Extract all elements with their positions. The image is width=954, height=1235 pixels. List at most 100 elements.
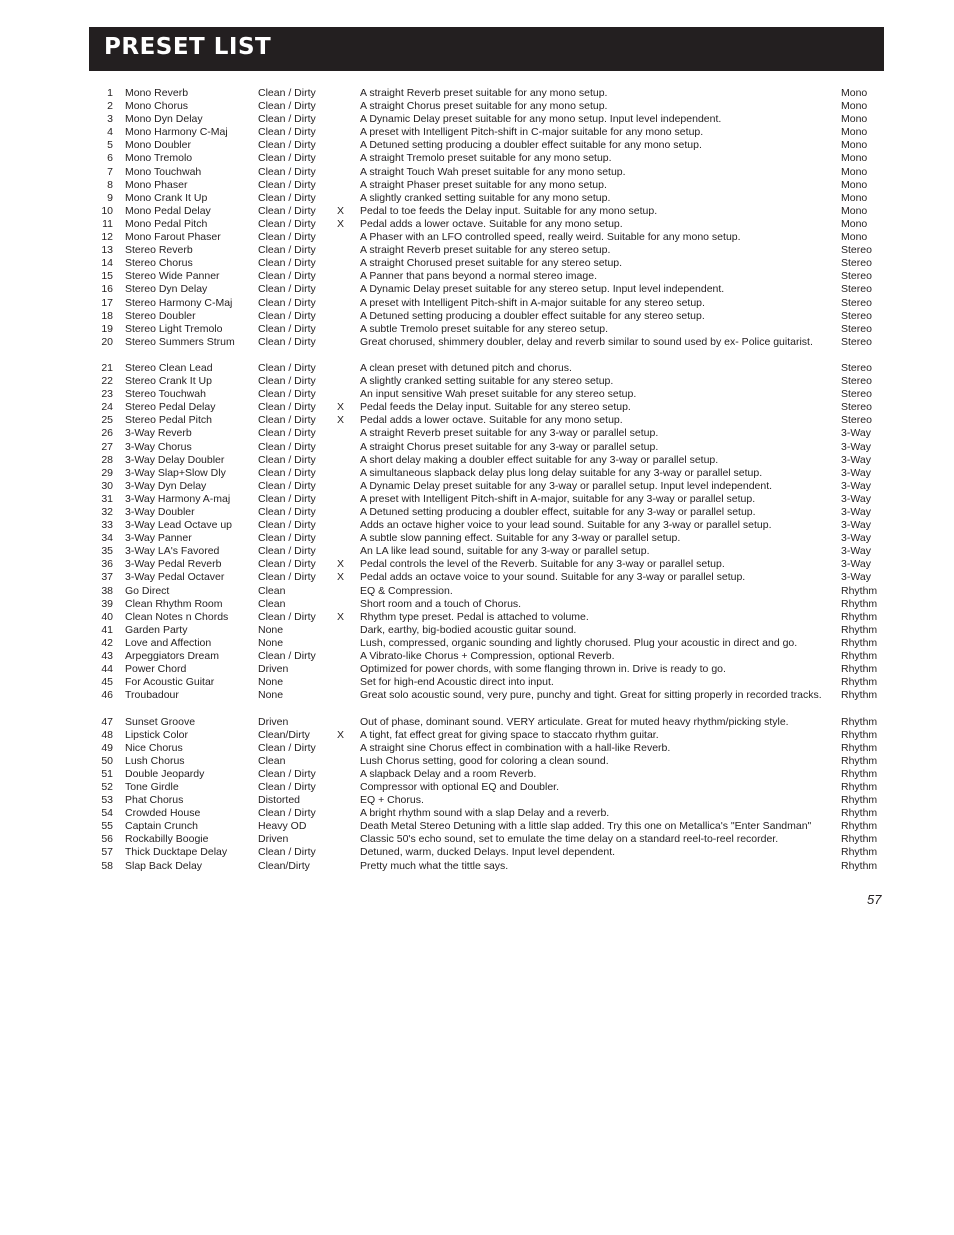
- preset-number: 23: [101, 388, 113, 401]
- preset-type: Clean / Dirty: [258, 453, 316, 466]
- preset-row: 41 Garden Party None Dark, earthy, big-bodi…: [95, 624, 885, 637]
- preset-description: Short room and a touch of Chorus.: [360, 597, 522, 610]
- preset-category: Rhythm: [841, 636, 878, 649]
- preset-name: Stereo Clean Lead: [125, 361, 213, 374]
- preset-category: 3-Way: [841, 427, 871, 440]
- preset-name: Mono Farout Phaser: [125, 231, 221, 244]
- preset-category: 3-Way: [841, 466, 871, 479]
- preset-row: 11 Mono Pedal Pitch Clean / Dirty X Pedal ad…: [95, 218, 885, 231]
- preset-type: Clean / Dirty: [258, 610, 316, 623]
- preset-category: Stereo: [841, 270, 872, 283]
- preset-row: 54 Crowded House Clean / Dirty A bright rhy…: [95, 807, 885, 820]
- preset-type: Clean / Dirty: [258, 283, 316, 296]
- preset-name: Stereo Wide Panner: [125, 270, 220, 283]
- preset-number: 33: [101, 519, 113, 532]
- preset-name: Troubadour: [125, 689, 179, 702]
- preset-description: An input sensitive Wah preset suitable f…: [360, 388, 637, 401]
- preset-number: 15: [101, 270, 113, 283]
- preset-name: 3-Way Doubler: [125, 506, 195, 518]
- preset-category: 3-Way: [841, 571, 871, 584]
- preset-name: Mono Touchwah: [125, 165, 202, 178]
- preset-type: Clean / Dirty: [258, 846, 316, 859]
- preset-name: 3-Way Dyn Delay: [125, 479, 207, 492]
- preset-row: 44 Power Chord Driven Optimized for power c…: [95, 663, 885, 676]
- preset-row: 30 3-Way Dyn Delay Clean / Dirty A Dynamic …: [95, 480, 885, 493]
- preset-category: Rhythm: [841, 663, 878, 676]
- preset-description: Adds an octave higher voice to your lead…: [360, 519, 772, 532]
- preset-number: 26: [101, 427, 113, 440]
- preset-description: A straight Reverb preset suitable for an…: [360, 427, 659, 440]
- preset-number: 9: [107, 191, 113, 204]
- preset-number: 32: [101, 506, 113, 518]
- preset-category: 3-Way: [841, 519, 871, 532]
- preset-name: Stereo Doubler: [125, 309, 196, 322]
- preset-category: 3-Way: [841, 440, 871, 453]
- preset-number: 49: [101, 741, 113, 754]
- preset-row: 36 3-Way Pedal Reverb Clean / Dirty X Pedal …: [95, 558, 885, 571]
- preset-row: 34 3-Way Panner Clean / Dirty A subtle slow…: [95, 532, 885, 545]
- preset-description: A straight Chorus preset suitable for an…: [360, 440, 659, 453]
- preset-list: 1 Mono Reverb Clean / Dirty A straight Reve…: [95, 87, 885, 873]
- preset-description: A simultaneous slapback delay plus long …: [360, 466, 763, 479]
- preset-name: Mono Pedal Delay: [125, 204, 211, 217]
- preset-number: 42: [101, 636, 113, 649]
- preset-type: Clean / Dirty: [258, 571, 316, 584]
- preset-number: 5: [107, 139, 113, 152]
- preset-number: 7: [107, 165, 113, 178]
- preset-row: 39 Clean Rhythm Room Clean Short room and a…: [95, 598, 885, 611]
- preset-number: 47: [101, 715, 113, 728]
- preset-number: 54: [101, 807, 113, 820]
- preset-description: A straight Touch Wah preset suitable for…: [360, 165, 626, 178]
- preset-description: A slightly cranked setting suitable for …: [360, 375, 614, 388]
- preset-category: 3-Way: [841, 558, 871, 571]
- preset-type: Clean / Dirty: [258, 506, 316, 518]
- preset-row: 31 3-Way Harmony A-maj Clean / Dirty A pres…: [95, 493, 885, 506]
- preset-name: Lush Chorus: [125, 754, 185, 767]
- preset-name: Stereo Dyn Delay: [125, 283, 208, 296]
- preset-name: 3-Way Harmony A-maj: [125, 492, 231, 505]
- preset-name: For Acoustic Guitar: [125, 676, 215, 689]
- preset-category: Stereo: [841, 244, 872, 257]
- preset-type: Clean / Dirty: [258, 204, 316, 217]
- preset-type: Clean / Dirty: [258, 126, 316, 139]
- preset-category: Mono: [841, 126, 868, 139]
- preset-number: 44: [101, 663, 113, 676]
- preset-category: Mono: [841, 100, 868, 113]
- preset-name: Stereo Reverb: [125, 244, 193, 257]
- preset-type: Driven: [258, 833, 289, 846]
- preset-type: Clean: [258, 754, 286, 767]
- preset-name: Rockabilly Boogie: [125, 833, 209, 846]
- preset-name: Love and Affection: [125, 636, 212, 649]
- preset-name: Phat Chorus: [125, 794, 184, 807]
- preset-description: A straight Reverb preset suitable for an…: [360, 87, 608, 99]
- preset-number: 18: [101, 309, 113, 322]
- preset-number: 22: [101, 375, 113, 388]
- page-header: PRESET LIST: [89, 27, 884, 71]
- preset-name: Slap Back Delay: [125, 859, 203, 872]
- preset-type: Clean / Dirty: [258, 440, 316, 453]
- preset-number: 20: [101, 335, 113, 348]
- preset-row: 47 Sunset Groove Driven Out of phase, domin…: [95, 716, 885, 729]
- preset-type: Distorted: [258, 794, 301, 807]
- preset-number: 25: [101, 414, 113, 427]
- preset-description: Optimized for power chords, with some fl…: [360, 663, 726, 676]
- preset-description: Lush Chorus setting, good for coloring a…: [360, 754, 609, 767]
- preset-type: Clean / Dirty: [258, 178, 316, 191]
- preset-description: Detuned, warm, ducked Delays. Input leve…: [360, 846, 616, 859]
- preset-name: Stereo Chorus: [125, 257, 193, 270]
- preset-number: 1: [107, 87, 113, 99]
- preset-number: 17: [101, 296, 113, 309]
- preset-row: 14 Stereo Chorus Clean / Dirty A straight C…: [95, 257, 885, 270]
- preset-type: Clean / Dirty: [258, 270, 316, 283]
- preset-row: 58 Slap Back Delay Clean/Dirty Pretty much …: [95, 860, 885, 873]
- preset-description: A subtle Tremolo preset suitable for any…: [360, 322, 609, 335]
- preset-name: Go Direct: [125, 584, 170, 597]
- preset-description: A straight Tremolo preset suitable for a…: [360, 152, 612, 165]
- preset-description: Pedal adds a lower octave. Suitable for …: [360, 217, 623, 230]
- preset-type: Clean / Dirty: [258, 361, 316, 374]
- preset-number: 35: [101, 545, 113, 558]
- preset-number: 6: [107, 152, 113, 165]
- preset-number: 48: [101, 728, 113, 741]
- preset-description: EQ & Compression.: [360, 584, 453, 597]
- preset-category: Rhythm: [841, 715, 878, 728]
